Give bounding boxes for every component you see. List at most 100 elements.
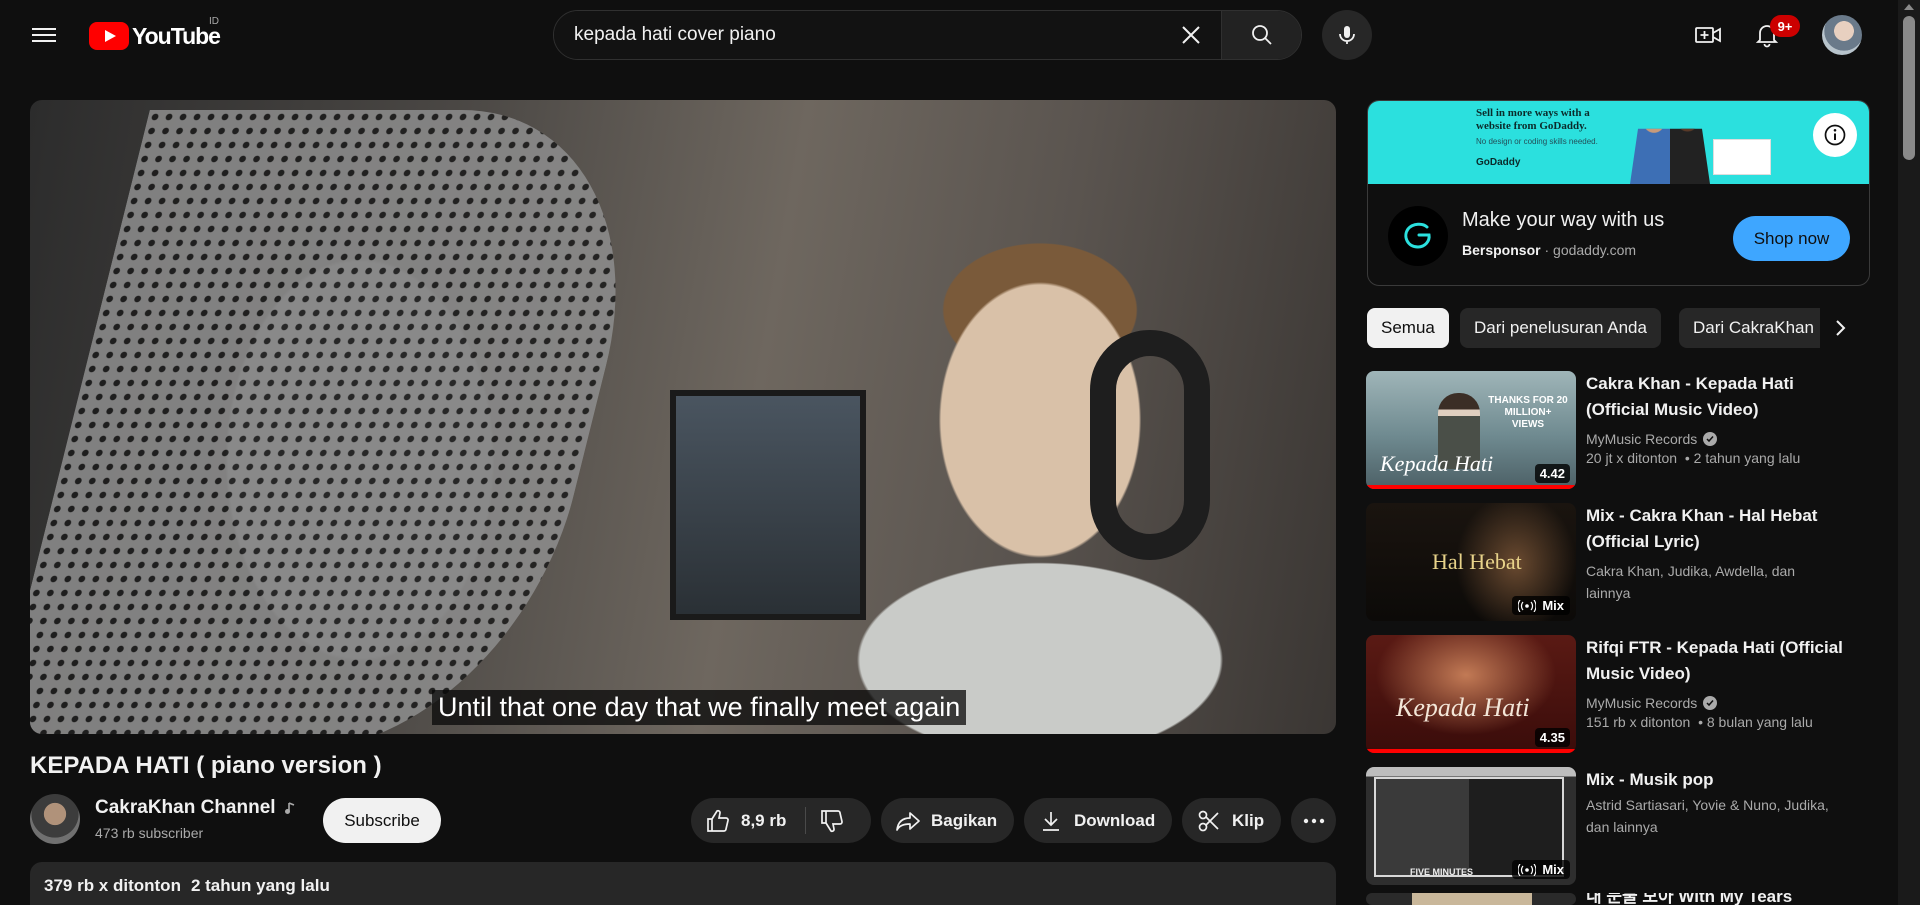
recommendation-title[interactable]: Mix - Musik pop bbox=[1586, 767, 1846, 793]
shop-now-button[interactable]: Shop now bbox=[1733, 216, 1850, 261]
scrollbar-thumb[interactable] bbox=[1903, 16, 1915, 160]
ad-website-preview-image bbox=[1713, 139, 1771, 175]
view-count: 20 jt x ditonton bbox=[1586, 450, 1678, 466]
youtube-logo[interactable]: YouTube ID bbox=[89, 16, 221, 50]
dislike-button[interactable] bbox=[819, 807, 845, 838]
recommendation-item[interactable]: THANKS FOR 20 MILLION+ VIEWS Kepada Hati… bbox=[1366, 371, 1876, 489]
like-button[interactable]: 8,9 rb bbox=[705, 808, 786, 834]
verified-icon bbox=[1703, 432, 1718, 446]
search-icon bbox=[1251, 25, 1272, 45]
voice-search-button[interactable] bbox=[1322, 10, 1372, 60]
share-icon bbox=[895, 808, 921, 834]
search-box bbox=[553, 10, 1302, 60]
like-dislike-group: 8,9 rb bbox=[691, 798, 871, 843]
chips-next-button[interactable] bbox=[1820, 308, 1860, 348]
framed-photo-image bbox=[670, 390, 866, 620]
sponsored-ad-card[interactable]: Sell in more ways with a website from Go… bbox=[1367, 100, 1870, 286]
thumbnail-image bbox=[1412, 893, 1532, 905]
recommendation-title[interactable]: 내 눈물 모아 With My Tears bbox=[1586, 893, 1846, 905]
view-count: 379 rb x ditonton bbox=[44, 876, 181, 895]
microphone-icon bbox=[1339, 26, 1355, 44]
video-caption: Until that one day that we finally meet … bbox=[432, 690, 967, 725]
clip-button[interactable]: Klip bbox=[1182, 798, 1281, 843]
share-button[interactable]: Bagikan bbox=[881, 798, 1014, 843]
download-icon bbox=[1038, 808, 1064, 834]
ad-banner-subtext: No design or coding skills needed. bbox=[1476, 137, 1598, 146]
country-code: ID bbox=[209, 16, 219, 27]
microphone-mesh-image bbox=[30, 110, 670, 734]
notification-count-badge: 9+ bbox=[1770, 15, 1800, 37]
download-label: Download bbox=[1074, 810, 1156, 830]
more-actions-button[interactable] bbox=[1291, 798, 1336, 843]
recommendation-title[interactable]: Rifqi FTR - Kepada Hati (Official Music … bbox=[1586, 635, 1846, 687]
mix-label: Mix bbox=[1542, 862, 1564, 877]
chip-all[interactable]: Semua bbox=[1367, 308, 1449, 348]
video-thumbnail[interactable]: Kepada Hati 4.35 bbox=[1366, 635, 1576, 753]
radio-waves-icon bbox=[1518, 863, 1537, 876]
subscribe-button[interactable]: Subscribe bbox=[323, 798, 441, 843]
video-duration: 4.42 bbox=[1534, 464, 1570, 483]
recommendation-item[interactable]: Hal Hebat Mix Mix - Cakra Khan - Hal Heb… bbox=[1366, 503, 1876, 621]
mix-thumbnail[interactable]: FIVE MINUTES Mix bbox=[1366, 767, 1576, 885]
youtube-play-icon bbox=[89, 22, 129, 50]
info-icon bbox=[1824, 124, 1846, 146]
mix-thumbnail[interactable]: Hal Hebat Mix bbox=[1366, 503, 1576, 621]
clip-label: Klip bbox=[1232, 810, 1265, 830]
recommendation-item[interactable]: Kepada Hati 4.35 Rifqi FTR - Kepada Hati… bbox=[1366, 635, 1876, 753]
sponsored-label: Bersponsor bbox=[1462, 242, 1541, 258]
verified-icon bbox=[1703, 696, 1718, 710]
recommendation-channel[interactable]: MyMusic Records bbox=[1586, 692, 1846, 714]
channel-name-link[interactable]: CakraKhan Channel bbox=[95, 797, 296, 819]
more-horizontal-icon bbox=[1303, 818, 1324, 823]
thumbnail-text: Hal Hebat bbox=[1432, 549, 1522, 574]
mix-badge: Mix bbox=[1512, 860, 1570, 879]
clear-search-icon[interactable] bbox=[1161, 11, 1221, 59]
recommendation-item[interactable]: 내 눈물 모아 With My Tears bbox=[1366, 893, 1876, 905]
watch-progress-bar bbox=[1366, 749, 1576, 753]
video-thumbnail[interactable]: THANKS FOR 20 MILLION+ VIEWS Kepada Hati… bbox=[1366, 371, 1576, 489]
recommendation-item[interactable]: FIVE MINUTES Mix Mix - Musik pop Astrid … bbox=[1366, 767, 1876, 885]
recommendation-channel[interactable]: MyMusic Records bbox=[1586, 428, 1846, 450]
channel-avatar[interactable] bbox=[30, 794, 80, 844]
search-input[interactable] bbox=[554, 11, 1161, 59]
thumbnail-script-text: Kepada Hati bbox=[1380, 451, 1494, 476]
video-duration: 4.35 bbox=[1534, 728, 1570, 747]
scroll-up-arrow-icon[interactable] bbox=[1904, 4, 1914, 10]
recommendation-title[interactable]: Mix - Cakra Khan - Hal Hebat (Official L… bbox=[1586, 503, 1846, 555]
subscriber-count: 473 rb subscriber bbox=[95, 825, 204, 841]
page-scrollbar[interactable] bbox=[1898, 0, 1920, 905]
view-count: 151 rb x ditonton bbox=[1586, 714, 1691, 730]
chevron-right-icon bbox=[1836, 320, 1846, 336]
logo-text: YouTube bbox=[132, 22, 221, 49]
download-button[interactable]: Download bbox=[1024, 798, 1172, 843]
thumbnail-script-text: Kepada Hati bbox=[1396, 693, 1530, 722]
chip-from-channel[interactable]: Dari CakraKhan bbox=[1679, 308, 1828, 348]
thumbnail-text: THANKS FOR 20 MILLION+ VIEWS bbox=[1488, 395, 1568, 430]
create-button[interactable] bbox=[1690, 17, 1726, 53]
ad-banner-headline: Sell in more ways with a website from Go… bbox=[1476, 107, 1590, 132]
mix-artists: Astrid Sartiasari, Yovie & Nuno, Judika,… bbox=[1586, 797, 1829, 835]
channel-name: MyMusic Records bbox=[1586, 431, 1698, 447]
watch-progress-bar bbox=[1366, 485, 1576, 489]
video-player[interactable]: Until that one day that we finally meet … bbox=[30, 100, 1336, 734]
radio-waves-icon bbox=[1518, 599, 1537, 612]
description-box[interactable]: 379 rb x ditonton 2 tahun yang lalu bbox=[30, 862, 1336, 905]
recommendation-stats: 20 jt x ditonton • 2 tahun yang lalu bbox=[1586, 450, 1801, 466]
mix-badge: Mix bbox=[1512, 596, 1570, 615]
video-title: KEPADA HATI ( piano version ) bbox=[30, 752, 382, 779]
ad-people-image bbox=[1630, 128, 1710, 184]
account-avatar[interactable] bbox=[1822, 15, 1862, 55]
video-thumbnail[interactable] bbox=[1366, 893, 1576, 905]
search-button[interactable] bbox=[1221, 11, 1301, 59]
mix-label: Mix bbox=[1542, 598, 1564, 613]
channel-name: CakraKhan Channel bbox=[95, 797, 276, 818]
godaddy-logo bbox=[1388, 206, 1448, 266]
godaddy-g-icon bbox=[1404, 222, 1431, 249]
thumbs-up-icon bbox=[705, 808, 731, 834]
share-label: Bagikan bbox=[931, 810, 998, 830]
ad-banner-brand: GoDaddy bbox=[1476, 157, 1521, 168]
ad-info-button[interactable] bbox=[1813, 113, 1857, 157]
menu-icon[interactable] bbox=[32, 24, 56, 48]
recommendation-title[interactable]: Cakra Khan - Kepada Hati (Official Music… bbox=[1586, 371, 1846, 423]
chip-from-search[interactable]: Dari penelusuran Anda bbox=[1460, 308, 1661, 348]
